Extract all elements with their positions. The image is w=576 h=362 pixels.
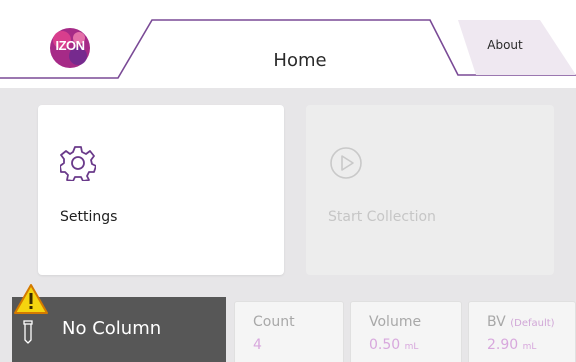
volume-panel[interactable]: Volume 0.50 mL	[350, 301, 462, 362]
volume-value-row: 0.50 mL	[369, 337, 418, 353]
start-collection-card[interactable]: Start Collection	[306, 105, 554, 275]
bv-label-row: BV (Default)	[487, 314, 555, 330]
bv-label: BV	[487, 314, 506, 330]
tab-home-label: Home	[273, 50, 327, 71]
column-icon	[23, 320, 33, 344]
count-label: Count	[253, 314, 295, 330]
tab-about-label: About	[487, 38, 523, 52]
bv-value: 2.90	[487, 337, 519, 353]
count-panel[interactable]: Count 4	[234, 301, 344, 362]
bv-value-row: 2.90 mL	[487, 337, 536, 353]
gear-icon	[60, 146, 96, 181]
play-circle-icon	[330, 147, 362, 179]
volume-label: Volume	[369, 314, 422, 330]
volume-value: 0.50	[369, 337, 401, 353]
bv-qualifier: (Default)	[510, 318, 555, 329]
count-value: 4	[253, 337, 262, 353]
volume-unit: mL	[404, 342, 419, 352]
settings-card[interactable]: Settings	[38, 105, 284, 275]
settings-label: Settings	[60, 209, 118, 225]
logo-text: IZON	[55, 38, 85, 53]
bv-unit: mL	[522, 342, 537, 352]
bv-panel[interactable]: BV (Default) 2.90 mL	[468, 301, 576, 362]
start-collection-label: Start Collection	[328, 209, 436, 225]
warning-icon	[14, 284, 48, 314]
column-status-text: No Column	[62, 318, 162, 339]
